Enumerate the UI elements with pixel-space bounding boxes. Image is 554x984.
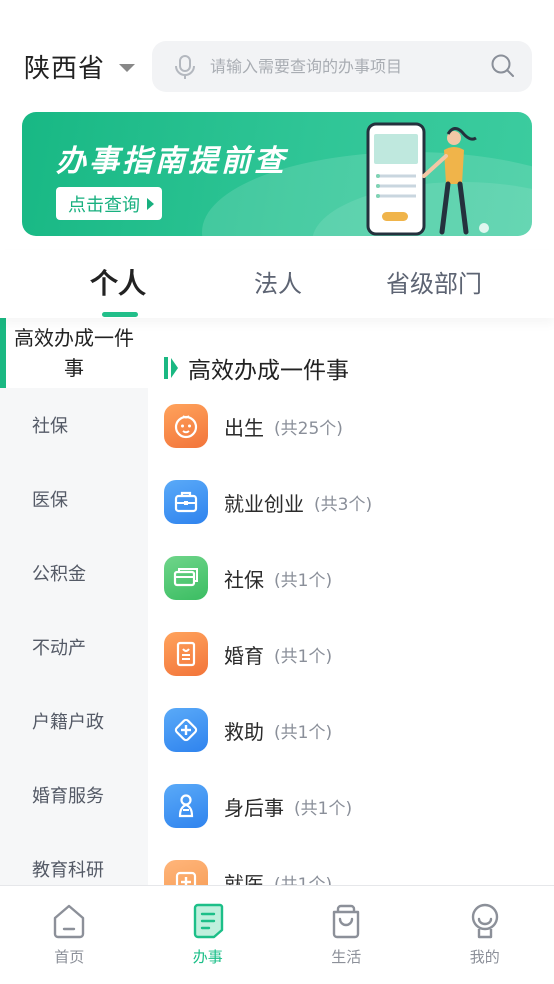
banner-button-label: 点击查询 [68, 194, 140, 216]
sidebar-item-education[interactable]: 教育科研 [0, 832, 148, 885]
document-icon [193, 903, 223, 939]
category-tabs: 个人 法人 省级部门 [0, 250, 554, 318]
sidebar-item-real-estate[interactable]: 不动产 [0, 610, 148, 684]
section-title: 高效办成一件事 [164, 351, 349, 385]
search-bar[interactable] [152, 41, 532, 92]
header: 陕西省 [0, 0, 554, 100]
nav-label: 首页 [54, 948, 85, 966]
province-selector[interactable]: 陕西省 [24, 48, 136, 85]
profile-icon [471, 903, 498, 939]
sidebar-item-efficient[interactable]: 高效办成一件事 [0, 318, 148, 388]
item-count: (共3个) [314, 494, 373, 515]
banner-title: 办事指南提前查 [56, 144, 287, 179]
tab-active-indicator [102, 312, 138, 317]
arrow-right-icon [147, 198, 154, 210]
sidebar-item-housing-fund[interactable]: 公积金 [0, 536, 148, 610]
item-name: 就业创业 [224, 491, 304, 516]
item-name: 就医 [224, 871, 264, 886]
item-count: (共1个) [274, 570, 333, 591]
item-name: 社保 [224, 567, 264, 592]
microphone-icon[interactable] [174, 54, 196, 80]
item-name: 婚育 [224, 643, 264, 668]
promo-banner[interactable]: 办事指南提前查 点击查询 [22, 112, 532, 236]
baby-face-icon [164, 404, 208, 448]
nav-label: 我的 [469, 948, 500, 966]
nav-life[interactable]: 生活 [277, 886, 416, 984]
list-item[interactable]: 婚育 (共1个) [164, 630, 332, 678]
list-item[interactable]: 社保 (共1个) [164, 554, 332, 602]
search-icon[interactable] [490, 53, 516, 79]
nav-services[interactable]: 办事 [139, 886, 278, 984]
service-list: 高效办成一件事 出生 (共25个) 就业创业 (共3个) 社保 (共1个) 婚育… [148, 318, 554, 885]
tab-legal-entity[interactable]: 法人 [254, 264, 302, 299]
nav-home[interactable]: 首页 [0, 886, 139, 984]
sidebar: 高效办成一件事 社保 医保 公积金 不动产 户籍户政 婚育服务 教育科研 [0, 318, 148, 885]
home-icon [54, 904, 85, 939]
nav-profile[interactable]: 我的 [416, 886, 554, 984]
phone-person-illustration [366, 122, 489, 236]
province-name: 陕西省 [24, 54, 106, 84]
caret-down-icon [119, 63, 136, 72]
item-count: (共1个) [274, 722, 333, 743]
nav-label: 生活 [331, 948, 362, 966]
briefcase-icon [164, 480, 208, 524]
search-input[interactable] [210, 57, 470, 76]
item-count: (共1个) [294, 798, 353, 819]
bottom-navigation: 首页 办事 生活 我的 [0, 885, 554, 984]
sidebar-item-marriage-birth[interactable]: 婚育服务 [0, 758, 148, 832]
tab-personal[interactable]: 个人 [90, 262, 146, 302]
list-item[interactable]: 救助 (共1个) [164, 706, 332, 754]
shopping-bag-icon [333, 904, 360, 939]
item-count: (共1个) [274, 646, 333, 667]
item-count: (共25个) [274, 418, 343, 439]
item-name: 出生 [224, 415, 264, 440]
sidebar-item-medical-insurance[interactable]: 医保 [0, 462, 148, 536]
section-marker-icon [164, 357, 178, 379]
section-title-text: 高效办成一件事 [188, 358, 349, 384]
list-item[interactable]: 身后事 (共1个) [164, 782, 352, 830]
item-name: 救助 [224, 719, 264, 744]
tab-provincial-departments[interactable]: 省级部门 [386, 264, 482, 299]
sidebar-item-household[interactable]: 户籍户政 [0, 684, 148, 758]
list-item[interactable]: 就业创业 (共3个) [164, 478, 372, 526]
memorial-icon [164, 784, 208, 828]
list-item[interactable]: 就医 (共1个) [164, 858, 332, 885]
banner-query-button[interactable]: 点击查询 [56, 187, 162, 220]
list-item[interactable]: 出生 (共25个) [164, 402, 343, 450]
sidebar-item-social-security[interactable]: 社保 [0, 388, 148, 462]
nav-label: 办事 [192, 948, 223, 966]
item-count: (共1个) [274, 874, 333, 886]
item-name: 身后事 [224, 795, 284, 820]
card-icon [164, 556, 208, 600]
certificate-icon [164, 632, 208, 676]
hospital-icon [164, 860, 208, 885]
medical-cross-icon [164, 708, 208, 752]
